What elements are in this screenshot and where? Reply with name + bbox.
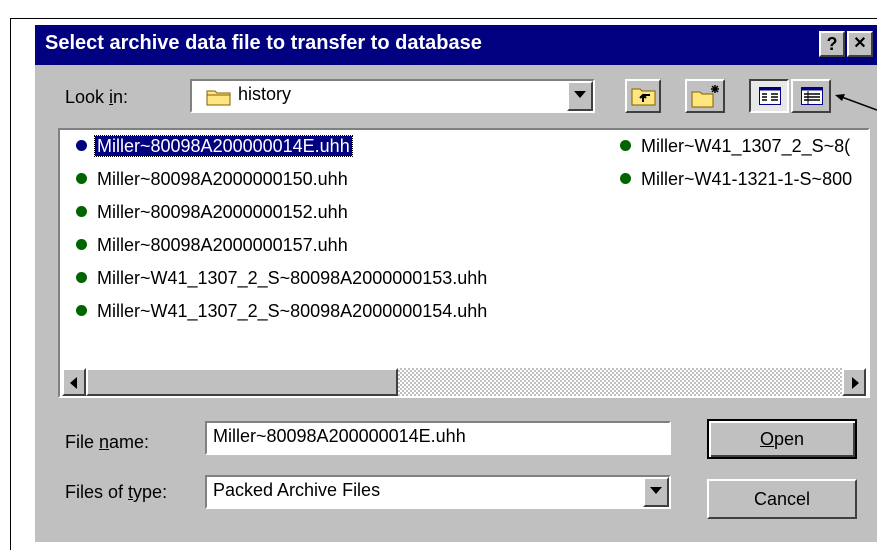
file-name-label: File name: (65, 432, 150, 452)
file-bullet-icon (76, 305, 87, 317)
look-in-label: Look in: (65, 87, 129, 107)
create-new-folder-icon (691, 84, 721, 113)
file-item-4[interactable]: Miller~W41_1307_2_S~80098A2000000153.uhh (76, 266, 489, 290)
help-button[interactable]: ? (819, 31, 845, 57)
file-item-5[interactable]: Miller~W41_1307_2_S~80098A2000000154.uhh (76, 299, 489, 323)
file-open-dialog: Select archive data file to transfer to … (35, 25, 877, 542)
arrow-right-icon (852, 377, 859, 389)
chevron-down-icon (650, 487, 662, 494)
file-item-7[interactable]: Miller~W41-1321-1-S~800 (620, 167, 868, 191)
open-button-label: Open (759, 429, 805, 449)
open-button[interactable]: Open (707, 419, 857, 459)
frame-left-line (10, 18, 11, 550)
frame-top-line (10, 18, 877, 19)
details-view-button[interactable] (791, 79, 831, 113)
file-bullet-icon (76, 173, 87, 185)
file-name-input[interactable]: Miller~80098A200000014E.uhh (205, 421, 671, 455)
cancel-button-label: Cancel (753, 489, 811, 509)
file-bullet-icon (76, 206, 87, 218)
scroll-thumb[interactable] (86, 368, 398, 396)
file-bullet-icon (76, 239, 87, 251)
file-item-3[interactable]: Miller~80098A2000000157.uhh (76, 233, 350, 257)
details-view-icon (801, 87, 823, 110)
look-in-combo[interactable]: history (190, 79, 595, 113)
file-item-0[interactable]: Miller~80098A200000014E.uhh (76, 134, 353, 158)
look-in-dropdown-button[interactable] (567, 81, 593, 111)
close-button[interactable]: ✕ (847, 31, 873, 57)
chevron-down-icon (574, 91, 586, 98)
arrow-left-icon (70, 377, 77, 389)
up-one-level-icon (631, 85, 657, 112)
file-list[interactable]: Miller~80098A200000014E.uhh Miller~80098… (58, 128, 870, 398)
files-of-type-value: Packed Archive Files (213, 480, 381, 500)
file-item-1[interactable]: Miller~80098A2000000150.uhh (76, 167, 350, 191)
file-item-2[interactable]: Miller~80098A2000000152.uhh (76, 200, 350, 224)
create-new-folder-button[interactable] (685, 79, 725, 113)
horizontal-scrollbar[interactable] (62, 368, 866, 396)
file-bullet-icon (620, 173, 631, 185)
files-of-type-dropdown-button[interactable] (643, 477, 669, 507)
file-bullet-icon (620, 140, 631, 152)
files-of-type-combo[interactable]: Packed Archive Files (205, 475, 671, 509)
file-name-value: Miller~80098A200000014E.uhh (213, 426, 466, 446)
files-of-type-label: Files of type: (65, 482, 168, 502)
up-one-level-button[interactable] (625, 79, 661, 113)
file-bullet-icon (76, 140, 87, 152)
cancel-button[interactable]: Cancel (707, 479, 857, 519)
file-bullet-icon (76, 272, 87, 284)
folder-icon (206, 88, 232, 106)
scroll-left-button[interactable] (62, 368, 86, 396)
title-bar[interactable]: Select archive data file to transfer to … (35, 25, 877, 65)
file-item-6[interactable]: Miller~W41_1307_2_S~8( (620, 134, 868, 158)
dialog-title: Select archive data file to transfer to … (45, 32, 482, 54)
scroll-right-button[interactable] (842, 368, 866, 396)
list-view-icon (759, 87, 781, 110)
list-view-button[interactable] (749, 79, 789, 113)
callout-arrow-icon (835, 94, 877, 111)
look-in-value: history (238, 84, 292, 104)
